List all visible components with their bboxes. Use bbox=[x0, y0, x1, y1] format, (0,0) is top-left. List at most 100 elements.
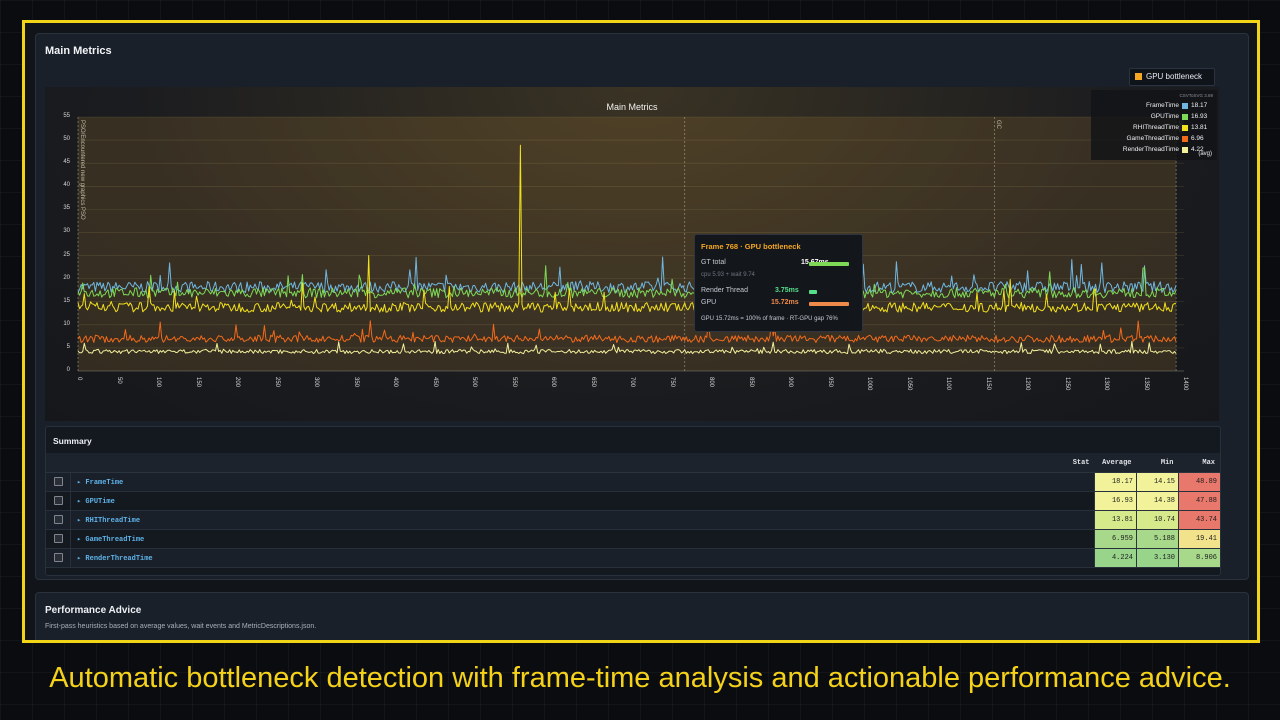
y-tick-label: 45 bbox=[63, 159, 70, 166]
main-metrics-chart[interactable]: Main Metrics 0 5 10 15 20 25 30 35 40 45 50 55 0 50 10… bbox=[45, 87, 1219, 421]
legend-swatch-icon bbox=[1182, 103, 1188, 109]
row-stat-name[interactable]: ▸ GPUTime bbox=[70, 491, 1095, 511]
x-tick-label: 100 bbox=[155, 377, 161, 388]
tooltip-gpu-bar bbox=[809, 302, 849, 306]
table-row[interactable]: ▸ RenderThreadTime 4.224 3.130 8.906 bbox=[46, 548, 1220, 568]
y-tick-label: 20 bbox=[63, 274, 70, 281]
x-tick-label: 950 bbox=[826, 377, 833, 388]
legend-series-name: GPUTime bbox=[1150, 113, 1179, 120]
legend-series-value: 18.17 bbox=[1191, 102, 1208, 109]
advice-subtitle: First-pass heuristics based on average v… bbox=[45, 623, 317, 630]
tooltip-gt-label: GT total bbox=[701, 259, 726, 266]
x-tick-label: 750 bbox=[668, 377, 675, 388]
row-checkbox[interactable] bbox=[46, 472, 71, 492]
tooltip-rt-label: Render Thread bbox=[701, 287, 748, 294]
checkbox-icon[interactable] bbox=[53, 534, 63, 544]
x-tick-label: 200 bbox=[234, 377, 240, 388]
x-tick-label: 850 bbox=[747, 377, 754, 388]
tooltip-rt-bar bbox=[809, 290, 817, 294]
checkbox-icon[interactable] bbox=[53, 553, 63, 563]
row-stat-name[interactable]: ▸ RHIThreadTime bbox=[70, 510, 1095, 530]
performance-advice-panel: Performance Advice First-pass heuristics… bbox=[35, 592, 1249, 640]
y-tick-label: 10 bbox=[63, 320, 70, 327]
frame-tooltip: Frame 768 · GPU bottleneck GT total 15.6… bbox=[694, 234, 863, 332]
x-tick-label: 500 bbox=[471, 377, 477, 388]
row-min: 14.38 bbox=[1136, 491, 1179, 511]
table-row[interactable]: ▸ RHIThreadTime 13.81 10.74 43.74 bbox=[46, 510, 1220, 530]
panel-title: Main Metrics bbox=[45, 45, 112, 57]
table-row[interactable]: ▸ GameThreadTime 6.959 5.188 19.41 bbox=[46, 529, 1220, 549]
y-tick-label: 15 bbox=[63, 297, 70, 304]
row-average: 18.17 bbox=[1094, 472, 1137, 492]
row-stat-name[interactable]: ▸ GameThreadTime bbox=[70, 529, 1095, 549]
x-tick-label: 1050 bbox=[905, 377, 912, 391]
x-tick-label: 800 bbox=[708, 377, 714, 388]
legend-entry[interactable]: RHIThreadTime 13.81 bbox=[1133, 123, 1213, 133]
y-tick-label: 55 bbox=[63, 113, 70, 119]
y-tick-label: 30 bbox=[63, 228, 70, 235]
x-tick-label: 1200 bbox=[1024, 377, 1030, 391]
row-max: 8.906 bbox=[1178, 548, 1220, 568]
legend-series-name: RHIThreadTime bbox=[1133, 124, 1179, 131]
tooltip-gt-bar bbox=[809, 262, 849, 266]
x-tick-label: 250 bbox=[273, 377, 280, 388]
x-tick-label: 1000 bbox=[866, 377, 872, 391]
row-checkbox[interactable] bbox=[46, 510, 71, 530]
row-min: 10.74 bbox=[1136, 510, 1179, 530]
legend-entry[interactable]: FrameTime 18.17 bbox=[1146, 101, 1213, 111]
row-max: 47.88 bbox=[1178, 491, 1220, 511]
table-row[interactable]: ▸ GPUTime 16.93 14.38 47.88 bbox=[46, 491, 1220, 511]
col-min[interactable]: Min bbox=[1136, 453, 1179, 473]
checkbox-icon[interactable] bbox=[53, 515, 63, 525]
row-average: 4.224 bbox=[1094, 548, 1137, 568]
row-stat-name[interactable]: ▸ FrameTime bbox=[70, 472, 1095, 492]
col-stat[interactable]: Stat bbox=[46, 453, 1095, 473]
tooltip-gpu-value: 15.72ms bbox=[771, 299, 799, 306]
x-tick-label: 900 bbox=[787, 377, 793, 388]
row-stat-name[interactable]: ▸ RenderThreadTime bbox=[70, 548, 1095, 568]
y-tick-label: 25 bbox=[63, 251, 70, 258]
gpu-bottleneck-chip[interactable]: GPU bottleneck bbox=[1129, 68, 1215, 86]
tooltip-header: Frame 768 · GPU bottleneck bbox=[701, 242, 801, 251]
marker-label: GC bbox=[995, 120, 1002, 129]
col-max[interactable]: Max bbox=[1178, 453, 1220, 473]
legend-series-name: FrameTime bbox=[1146, 102, 1179, 109]
checkbox-icon[interactable] bbox=[53, 496, 63, 506]
x-tick-label: 0 bbox=[76, 377, 82, 381]
series-legend: CSVToSVG 3.69 FrameTime 18.17 GPUTime 16.93… bbox=[1091, 90, 1217, 160]
x-tick-label: 400 bbox=[392, 377, 398, 388]
y-tick-label: 0 bbox=[66, 367, 70, 373]
highlight-frame: Main Metrics GPU bottleneck Main Metrics… bbox=[22, 20, 1260, 643]
legend-swatch-icon bbox=[1182, 114, 1188, 120]
legend-swatch-icon bbox=[1182, 136, 1188, 142]
x-tick-label: 1400 bbox=[1182, 377, 1188, 391]
x-tick-label: 50 bbox=[115, 377, 122, 384]
row-min: 14.15 bbox=[1136, 472, 1179, 492]
x-tick-label: 1150 bbox=[984, 377, 991, 390]
table-row[interactable]: ▸ FrameTime 18.17 14.15 48.89 bbox=[46, 472, 1220, 492]
tooltip-footer: GPU 15.72ms = 100% of frame · RT-GPU gap… bbox=[701, 316, 838, 322]
legend-series-value: 13.81 bbox=[1191, 124, 1208, 131]
x-tick-label: 300 bbox=[313, 377, 319, 388]
x-tick-label: 1350 bbox=[1142, 377, 1149, 391]
checkbox-icon[interactable] bbox=[53, 477, 63, 487]
col-average[interactable]: Average bbox=[1094, 453, 1137, 473]
legend-entry[interactable]: GPUTime 16.93 bbox=[1151, 112, 1213, 122]
legend-entry[interactable]: GameThreadTime 6.96 bbox=[1127, 134, 1214, 144]
x-tick-label: 150 bbox=[194, 377, 201, 388]
x-tick-label: 1250 bbox=[1063, 377, 1070, 391]
legend-series-name: RenderThreadTime bbox=[1122, 146, 1179, 153]
summary-section: Summary Stat Average Min Max ▸ FrameTime… bbox=[45, 426, 1221, 576]
main-metrics-panel: Main Metrics GPU bottleneck Main Metrics… bbox=[35, 33, 1249, 580]
highlight-band bbox=[78, 117, 1177, 371]
row-checkbox[interactable] bbox=[46, 491, 71, 511]
gpu-bottleneck-label: GPU bottleneck bbox=[1146, 72, 1203, 81]
row-checkbox[interactable] bbox=[46, 529, 71, 549]
x-tick-label: 1300 bbox=[1103, 377, 1109, 391]
x-tick-label: 600 bbox=[550, 377, 556, 388]
legend-swatch-icon bbox=[1182, 125, 1188, 131]
legend-swatch-icon bbox=[1182, 147, 1188, 153]
bottleneck-swatch-icon bbox=[1135, 73, 1142, 80]
legend-csv-label: CSVToSVG 3.69 bbox=[1179, 93, 1213, 98]
row-checkbox[interactable] bbox=[46, 548, 71, 568]
